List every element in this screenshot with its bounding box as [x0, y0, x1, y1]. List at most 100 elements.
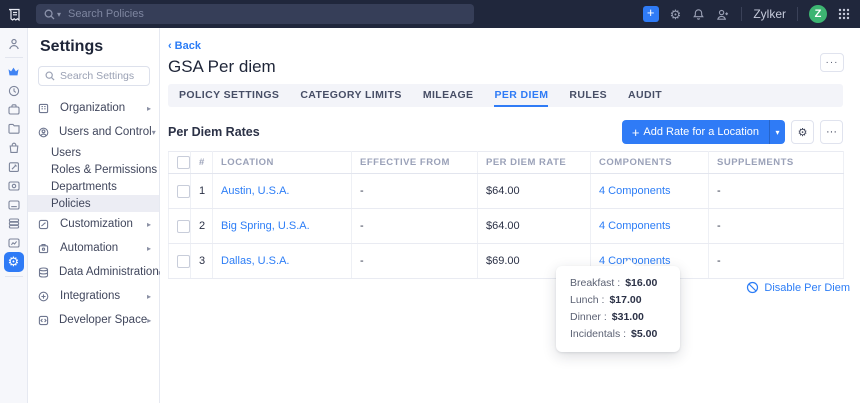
- top-bar: ▾ + ⚙ Zylker Z: [0, 0, 860, 28]
- tab-policy-settings[interactable]: POLICY SETTINGS: [179, 84, 279, 107]
- chevron-left-icon: ‹: [168, 40, 172, 52]
- profile-icon[interactable]: [4, 34, 24, 53]
- sidebar-item-label: Users and Control: [59, 126, 152, 138]
- row-checkbox[interactable]: [177, 185, 190, 198]
- per-diem-rates-table: # LOCATION EFFECTIVE FROM PER DIEM RATE …: [168, 151, 844, 279]
- quick-add-button[interactable]: +: [643, 6, 659, 22]
- back-link[interactable]: ‹ Back: [168, 40, 201, 52]
- app-logo-icon[interactable]: [0, 0, 28, 28]
- settings-search-input[interactable]: [60, 70, 143, 82]
- global-search: ▾: [36, 4, 474, 24]
- sidebar-item-label: Integrations: [60, 290, 120, 302]
- table-row[interactable]: 2 Big Spring, U.S.A. - $64.00 4 Componen…: [169, 209, 844, 244]
- col-header-num: #: [191, 152, 213, 174]
- sidebar-item-automation[interactable]: Automation ▸: [28, 236, 159, 260]
- location-link[interactable]: Dallas, U.S.A.: [221, 255, 289, 267]
- add-rate-dropdown-caret[interactable]: ▾: [769, 120, 785, 144]
- col-header-location: LOCATION: [213, 152, 352, 174]
- tab-category-limits[interactable]: CATEGORY LIMITS: [300, 84, 401, 107]
- chevron-right-icon: ▸: [147, 316, 151, 325]
- purchases-bag-icon[interactable]: [4, 138, 24, 157]
- customization-icon: [38, 219, 50, 230]
- table-settings-gear-button[interactable]: ⚙: [791, 120, 814, 144]
- search-input[interactable]: [68, 8, 466, 20]
- documents-icon[interactable]: [4, 195, 24, 214]
- search-scope-caret-icon[interactable]: ▾: [57, 10, 61, 19]
- sidebar-title: Settings: [40, 38, 159, 56]
- col-header-effective-from: EFFECTIVE FROM: [352, 152, 478, 174]
- invite-user-icon[interactable]: [716, 8, 730, 21]
- sidebar-item-label: Customization: [60, 218, 133, 230]
- sidebar-subitem-roles-permissions[interactable]: Roles & Permissions: [28, 161, 159, 178]
- admin-view-icon[interactable]: [4, 62, 24, 81]
- col-header-per-diem-rate: PER DIEM RATE: [478, 152, 591, 174]
- page-more-button[interactable]: ···: [820, 53, 844, 72]
- analytics-icon[interactable]: [4, 233, 24, 252]
- sidebar-item-label: Developer Space: [59, 314, 147, 326]
- main-content: ‹ Back GSA Per diem ··· POLICY SETTINGS …: [160, 28, 860, 403]
- sidebar-subitem-departments[interactable]: Departments: [28, 178, 159, 195]
- sidebar-item-label: Data Administration: [59, 266, 159, 278]
- tab-rules[interactable]: RULES: [569, 84, 607, 107]
- page-title: GSA Per diem: [168, 57, 843, 77]
- settings-icon[interactable]: ⚙: [670, 8, 682, 21]
- disable-icon: [746, 281, 759, 294]
- sidebar-item-integrations[interactable]: Integrations ▸: [28, 284, 159, 308]
- table-row[interactable]: 1 Austin, U.S.A. - $64.00 4 Components -: [169, 174, 844, 209]
- rail-divider: [5, 276, 23, 277]
- select-all-checkbox[interactable]: [177, 156, 190, 169]
- automation-icon: [38, 243, 50, 254]
- location-link[interactable]: Austin, U.S.A.: [221, 185, 289, 197]
- table-more-button[interactable]: ···: [820, 120, 843, 144]
- add-rate-button[interactable]: + Add Rate for a Location ▾: [622, 120, 785, 144]
- components-link[interactable]: 4 Components: [599, 185, 671, 197]
- sidebar-item-organization[interactable]: Organization ▸: [28, 96, 159, 120]
- topbar-divider: [797, 7, 798, 21]
- users-icon: [38, 127, 49, 138]
- location-link[interactable]: Big Spring, U.S.A.: [221, 220, 310, 232]
- integrations-icon: [38, 291, 50, 302]
- dashboard-icon[interactable]: [4, 81, 24, 100]
- database-icon: [38, 267, 49, 278]
- tab-audit[interactable]: AUDIT: [628, 84, 662, 107]
- sidebar-item-customization[interactable]: Customization ▸: [28, 212, 159, 236]
- sidebar-subitem-policies[interactable]: Policies: [28, 195, 159, 212]
- row-checkbox[interactable]: [177, 255, 190, 268]
- disable-per-diem-link[interactable]: Disable Per Diem: [746, 281, 850, 294]
- components-link[interactable]: 4 Components: [599, 220, 671, 232]
- developer-icon: [38, 315, 49, 326]
- chevron-right-icon: ▸: [147, 104, 151, 113]
- sidebar-item-users-and-control[interactable]: Users and Control ▾: [28, 120, 159, 144]
- trips-icon[interactable]: [4, 100, 24, 119]
- search-icon: [45, 71, 55, 81]
- components-popover: Breakfast : $16.00 Lunch : $17.00 Dinner…: [556, 266, 680, 352]
- tab-per-diem[interactable]: PER DIEM: [494, 84, 548, 107]
- accounts-stack-icon[interactable]: [4, 214, 24, 233]
- module-icon-rail: ⚙: [0, 28, 28, 403]
- notifications-bell-icon[interactable]: [692, 8, 705, 21]
- sidebar-subitem-users[interactable]: Users: [28, 144, 159, 161]
- current-org-name[interactable]: Zylker: [753, 7, 786, 21]
- row-checkbox[interactable]: [177, 220, 190, 233]
- chevron-right-icon: ▸: [147, 220, 151, 229]
- user-avatar[interactable]: Z: [809, 5, 827, 23]
- settings-module-icon[interactable]: ⚙: [4, 252, 24, 272]
- expenses-folder-icon[interactable]: [4, 119, 24, 138]
- sidebar-item-developer-space[interactable]: Developer Space ▸: [28, 308, 159, 332]
- topbar-divider: [741, 7, 742, 21]
- rail-divider: [5, 57, 23, 58]
- sidebar-item-label: Automation: [60, 242, 118, 254]
- apps-grid-icon[interactable]: [838, 8, 850, 20]
- table-row[interactable]: 3 Dallas, U.S.A. - $69.00 4 Components -: [169, 244, 844, 279]
- policy-tabs: POLICY SETTINGS CATEGORY LIMITS MILEAGE …: [168, 84, 843, 107]
- search-icon[interactable]: ▾: [44, 9, 61, 20]
- reports-edit-icon[interactable]: [4, 157, 24, 176]
- col-header-supplements: SUPPLEMENTS: [709, 152, 844, 174]
- chevron-right-icon: ▸: [147, 292, 151, 301]
- tab-mileage[interactable]: MILEAGE: [423, 84, 474, 107]
- sidebar-item-label: Organization: [60, 102, 125, 114]
- section-title: Per Diem Rates: [168, 125, 260, 139]
- sidebar-item-data-administration[interactable]: Data Administration ▸: [28, 260, 159, 284]
- chevron-down-icon: ▾: [152, 128, 156, 137]
- cards-icon[interactable]: [4, 176, 24, 195]
